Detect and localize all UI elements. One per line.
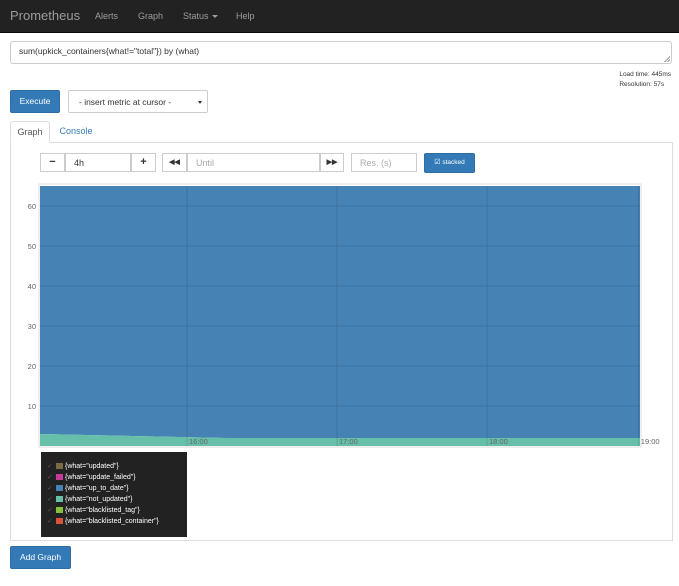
nav-status[interactable]: Status [183,11,218,21]
legend-swatch [56,485,63,491]
nav-graph[interactable]: Graph [138,11,163,21]
check-icon: ✓ [47,463,53,470]
legend-swatch [56,518,63,524]
legend-item[interactable]: ✓ {what="up_to_date"} [41,483,187,494]
nav-alerts[interactable]: Alerts [95,11,118,21]
metric-select[interactable]: - insert metric at cursor - [68,90,208,113]
check-icon: ✓ [47,507,53,514]
query-stats: Load time: 445ms Resolution: 57s [619,70,671,90]
nav-status-label: Status [183,11,209,21]
resolution-placeholder: Res. (s) [360,158,392,168]
fast-forward-icon: ▶▶ [326,159,338,166]
legend-item[interactable]: ✓ {what="update_failed"} [41,472,187,483]
legend-swatch [56,463,63,469]
legend-item[interactable]: ✓ {what="blacklisted_tag"} [41,505,187,516]
check-icon: ✓ [47,485,53,492]
resolution-input[interactable]: Res. (s) [351,153,417,172]
resize-handle-icon[interactable] [664,56,670,62]
legend-label: {what="update_failed"} [65,474,136,481]
expression-text: sum(upkick_containers{what!="total"}) by… [19,46,200,56]
legend: ✓ {what="updated"} ✓ {what="update_faile… [41,452,187,537]
resolution: Resolution: 57s [619,81,665,88]
until-placeholder: Until [196,158,215,168]
stacked-label: stacked [442,159,465,166]
legend-swatch [56,474,63,480]
brand-link[interactable]: Prometheus [10,8,80,23]
navbar: Prometheus Alerts Graph Status Help [0,0,679,33]
execute-button[interactable]: Execute [10,90,60,113]
check-icon: ✓ [47,518,53,525]
tab-graph[interactable]: Graph [10,121,50,143]
back-button[interactable]: ◀◀ [162,153,187,172]
check-icon: ✓ [47,496,53,503]
legend-item[interactable]: ✓ {what="not_updated"} [41,494,187,505]
legend-label: {what="blacklisted_container"} [65,518,159,525]
tab-console[interactable]: Console [56,121,96,143]
legend-swatch [56,507,63,513]
legend-label: {what="not_updated"} [65,496,133,503]
rewind-icon: ◀◀ [169,159,180,166]
select-caret-icon [198,101,202,104]
legend-item[interactable]: ✓ {what="blacklisted_container"} [41,516,187,527]
range-plus-button[interactable]: + [131,153,156,172]
legend-swatch [56,496,63,502]
legend-label: {what="up_to_date"} [65,485,129,492]
expression-input[interactable]: sum(upkick_containers{what!="total"}) by… [10,41,672,64]
legend-item[interactable]: ✓ {what="updated"} [41,461,187,472]
until-input[interactable]: Until [187,153,320,172]
legend-label: {what="blacklisted_tag"} [65,507,140,514]
caret-down-icon [211,15,218,19]
add-graph-button[interactable]: Add Graph [10,546,71,569]
stacked-toggle-button[interactable]: ☑ stacked [424,153,475,173]
forward-button[interactable]: ▶▶ [320,153,344,172]
legend-label: {what="updated"} [65,463,119,470]
load-time: Load time: 445ms [619,71,671,78]
checkbox-checked-icon: ☑ [434,159,441,166]
nav-help[interactable]: Help [236,11,255,21]
range-input[interactable]: 4h [65,153,131,172]
metric-select-value: - insert metric at cursor - [79,97,172,107]
check-icon: ✓ [47,474,53,481]
range-minus-button[interactable]: − [40,153,65,172]
